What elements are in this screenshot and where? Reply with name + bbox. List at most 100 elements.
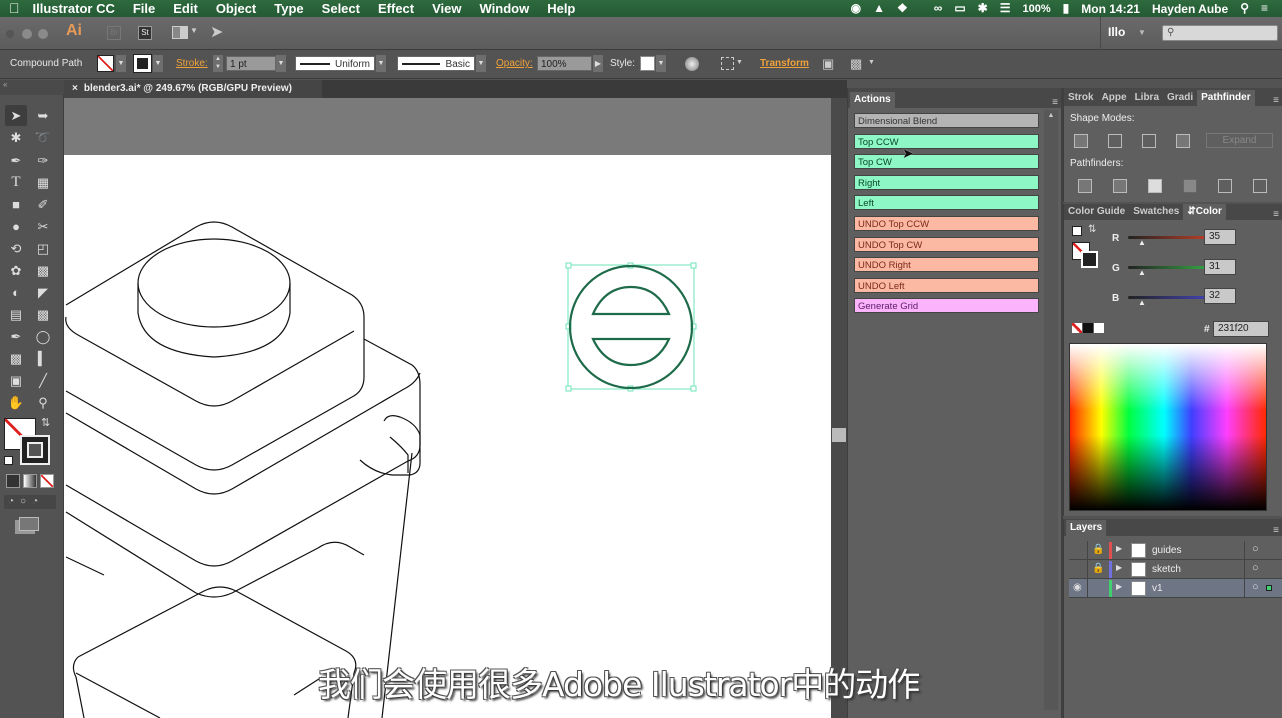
workspace-switcher[interactable]: Illo xyxy=(1108,25,1125,39)
minus-back-icon[interactable] xyxy=(1253,179,1267,193)
divide-icon[interactable] xyxy=(1078,179,1092,193)
stroke-dropdown[interactable]: ▼ xyxy=(153,55,163,72)
selection-indicator[interactable] xyxy=(1266,585,1272,591)
none-swatch[interactable] xyxy=(1072,323,1082,333)
layer-name[interactable]: v1 xyxy=(1152,583,1163,594)
minimize-window-button[interactable] xyxy=(22,29,32,39)
menu-select[interactable]: Select xyxy=(313,0,369,17)
paintbrush-tool-icon[interactable]: ✐ xyxy=(32,194,54,215)
menu-help[interactable]: Help xyxy=(538,0,584,17)
dropbox-icon[interactable]: ❖ xyxy=(897,0,908,17)
stroke-weight-field[interactable]: 1 pt xyxy=(226,56,276,71)
bridge-button[interactable]: Br xyxy=(107,26,121,40)
direct-selection-tool-icon[interactable]: ➥ xyxy=(32,105,54,126)
transform-panel-link[interactable]: Transform xyxy=(760,57,809,71)
profile-dropdown[interactable]: ▼ xyxy=(376,55,386,72)
scale-tool-icon[interactable]: ◰ xyxy=(32,238,54,259)
panel-menu-icon[interactable]: ≡ xyxy=(1273,525,1282,536)
artboard-tool-icon[interactable]: ▣ xyxy=(5,370,27,391)
selection-tool-icon[interactable]: ➤ xyxy=(5,105,27,126)
action-button[interactable]: Generate Grid xyxy=(854,298,1039,314)
gpu-performance-rocket-icon[interactable]: ➤ xyxy=(210,22,223,42)
notification-center-icon[interactable]: ≡ xyxy=(1261,0,1268,17)
g-slider-thumb[interactable]: ▲ xyxy=(1138,268,1146,277)
slice-tool-icon[interactable]: ╱ xyxy=(32,370,54,391)
opacity-slider-button[interactable]: ▶ xyxy=(593,55,603,72)
variable-width-profile[interactable]: Uniform xyxy=(295,56,375,71)
rectangle-tool-icon[interactable]: ■ xyxy=(5,194,27,215)
canvas-scroll-thumb[interactable] xyxy=(832,428,846,442)
change-screen-mode-icon[interactable] xyxy=(19,517,39,531)
align-to-selection-icon[interactable] xyxy=(721,57,734,70)
stroke-color-swatch[interactable] xyxy=(20,435,50,465)
scroll-up-icon[interactable]: ▲ xyxy=(1044,112,1058,119)
opacity-panel-link[interactable]: Opacity: xyxy=(496,57,533,71)
blend-tool-icon[interactable]: ◯ xyxy=(32,326,54,347)
stroke-weight-stepper[interactable]: ▲ ▼ xyxy=(213,55,223,72)
eyedropper-tool-icon[interactable]: ✒ xyxy=(5,326,27,347)
menu-type[interactable]: Type xyxy=(265,0,312,17)
airplay-icon[interactable]: ▭ xyxy=(954,0,965,17)
spotlight-icon[interactable]: ⚲ xyxy=(1240,0,1249,17)
expand-button[interactable]: Expand xyxy=(1206,133,1273,148)
exclude-icon[interactable] xyxy=(1176,134,1190,148)
action-button[interactable]: Left xyxy=(854,195,1039,211)
scissors-tool-icon[interactable]: ✂ xyxy=(32,216,54,237)
stroke-weight-dropdown[interactable]: ▼ xyxy=(276,55,286,72)
trim-icon[interactable] xyxy=(1113,179,1127,193)
rotate-tool-icon[interactable]: ⟲ xyxy=(5,238,27,259)
b-slider-thumb[interactable]: ▲ xyxy=(1138,298,1146,307)
layer-row[interactable]: ◉ ▶ v1 ○ xyxy=(1069,579,1282,598)
intersect-icon[interactable] xyxy=(1142,134,1156,148)
outline-icon[interactable] xyxy=(1218,179,1232,193)
white-swatch[interactable] xyxy=(1094,323,1104,333)
close-document-icon[interactable]: × xyxy=(72,83,78,94)
layer-row[interactable]: 🔒 ▶ sketch ○ xyxy=(1069,560,1282,579)
workspace-dropdown-icon[interactable]: ▼ xyxy=(1138,28,1146,37)
shaper-tool-icon[interactable]: ● xyxy=(5,216,27,237)
gradient-tool-icon[interactable]: ▩ xyxy=(32,304,54,325)
default-colors-icon[interactable] xyxy=(1072,226,1082,236)
menu-view[interactable]: View xyxy=(423,0,470,17)
graphic-style-dropdown[interactable]: ▼ xyxy=(656,55,666,72)
expand-layer-icon[interactable]: ▶ xyxy=(1116,563,1122,572)
warp-tool-icon[interactable]: ✿ xyxy=(5,260,27,281)
swap-fill-stroke-icon[interactable]: ⇅ xyxy=(41,416,50,429)
wifi-icon[interactable]: ☰ xyxy=(1000,0,1011,17)
arrange-dropdown-icon[interactable]: ▼ xyxy=(190,26,198,35)
target-icon[interactable]: ○ xyxy=(1252,562,1259,574)
magic-wand-tool-icon[interactable]: ✱ xyxy=(5,127,27,148)
fill-swatch[interactable] xyxy=(97,55,114,72)
hex-field[interactable]: 231f20 xyxy=(1213,321,1269,337)
panel-menu-icon[interactable]: ≡ xyxy=(1273,95,1282,106)
actions-scrollbar[interactable]: ▲ xyxy=(1044,110,1058,710)
tab-appearance[interactable]: Appe xyxy=(1098,90,1131,106)
stroke-swatch[interactable] xyxy=(133,54,152,73)
record-icon[interactable]: ◉ xyxy=(851,0,861,17)
action-button[interactable]: Top CW xyxy=(854,154,1039,170)
tab-color[interactable]: ⇵Color xyxy=(1183,204,1226,220)
stock-button[interactable]: St xyxy=(138,26,152,40)
minus-front-icon[interactable] xyxy=(1108,134,1122,148)
unite-icon[interactable] xyxy=(1074,134,1088,148)
action-button[interactable]: UNDO Right xyxy=(854,257,1039,273)
gradient-mode-button[interactable] xyxy=(23,474,37,488)
lasso-tool-icon[interactable]: ➰ xyxy=(32,127,54,148)
default-fill-stroke-icon[interactable] xyxy=(4,456,13,465)
perspective-grid-tool-icon[interactable]: ◤ xyxy=(32,282,54,303)
clock[interactable]: Mon 14:21 xyxy=(1081,2,1140,16)
apple-menu-icon[interactable]:  xyxy=(0,0,29,17)
opacity-field[interactable]: 100% xyxy=(537,56,592,71)
collapse-tools-icon[interactable]: « xyxy=(0,80,64,95)
tab-libraries[interactable]: Libra xyxy=(1131,90,1163,106)
fill-dropdown[interactable]: ▼ xyxy=(116,55,126,72)
user-name[interactable]: Hayden Aube xyxy=(1152,2,1228,16)
action-button[interactable]: UNDO Top CW xyxy=(854,236,1039,252)
google-drive-icon[interactable]: ▲ xyxy=(873,0,885,17)
align-dropdown-icon[interactable]: ▼ xyxy=(736,59,743,66)
zoom-window-button[interactable] xyxy=(38,29,48,39)
battery-icon[interactable]: ▮ xyxy=(1063,0,1070,17)
mesh-tool-icon[interactable]: ▤ xyxy=(5,304,27,325)
graphic-style-swatch[interactable] xyxy=(640,56,655,71)
tab-swatches[interactable]: Swatches xyxy=(1129,204,1183,220)
